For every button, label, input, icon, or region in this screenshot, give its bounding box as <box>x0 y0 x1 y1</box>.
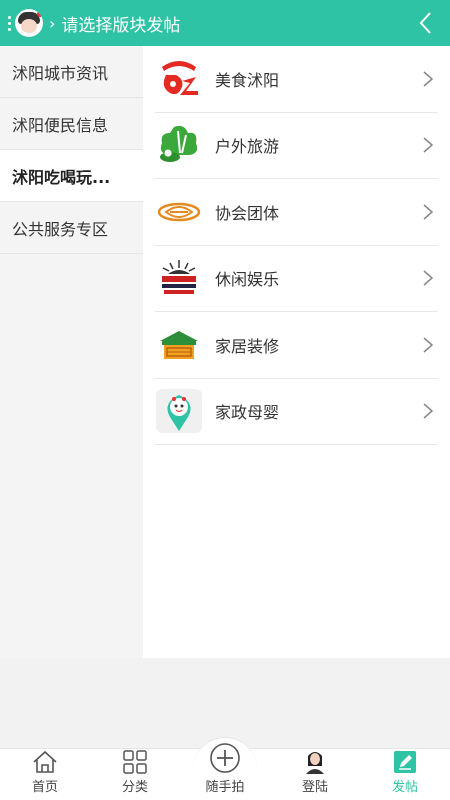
leisure-icon <box>162 260 196 295</box>
user-avatar-icon <box>306 752 324 774</box>
user-avatar-icon <box>15 9 43 37</box>
sidebar-item-food-fun[interactable]: 沭阳吃喝玩... <box>0 150 143 202</box>
tab-label: 随手拍 <box>205 780 245 795</box>
tab-category[interactable]: 分类 <box>90 749 180 800</box>
sidebar-item-label: 沭阳城市资讯 <box>12 63 109 83</box>
tab-label: 首页 <box>31 780 58 795</box>
category-sidebar: 沭阳城市资讯 沭阳便民信息 沭阳吃喝玩... 公共服务专区 <box>0 46 143 658</box>
list-item[interactable]: 美食沭阳 <box>155 46 438 113</box>
list-item-label: 户外旅游 <box>215 137 280 157</box>
sidebar-item-public-service[interactable]: 公共服务专区 <box>0 202 143 254</box>
outdoor-icon <box>160 126 198 163</box>
tab-label: 登陆 <box>301 780 328 795</box>
chevron-right-icon: › <box>49 13 56 33</box>
page-title: 请选择版块发帖 <box>61 15 181 36</box>
chevron-right-icon <box>423 204 434 220</box>
sidebar-item-city-news[interactable]: 沭阳城市资讯 <box>0 46 143 98</box>
list-item-label: 休闲娱乐 <box>215 270 280 290</box>
back-icon[interactable] <box>416 10 436 36</box>
forum-list: 美食沭阳 户外旅游 协会团体 休闲娱乐 家居装修 家政母婴 <box>143 46 450 658</box>
list-item-label: 美食沭阳 <box>215 70 280 90</box>
list-item[interactable]: 家政母婴 <box>155 379 438 445</box>
top-bar: › 请选择版块发帖 <box>0 0 450 46</box>
menu-dots-icon <box>8 15 12 31</box>
home-decor-icon <box>160 330 198 359</box>
list-item[interactable]: 家居装修 <box>155 312 438 379</box>
list-item-label: 协会团体 <box>215 203 280 223</box>
bottom-tab-bar: 首页 分类 随手拍 登陆 发帖 <box>0 737 450 800</box>
food-icon <box>162 60 198 95</box>
tab-login[interactable]: 登陆 <box>270 749 360 800</box>
edit-icon <box>394 750 416 773</box>
chevron-right-icon <box>423 270 434 286</box>
home-icon <box>33 750 57 773</box>
grid-icon <box>123 749 147 774</box>
sidebar-item-label: 公共服务专区 <box>12 219 109 239</box>
chevron-right-icon <box>423 337 434 353</box>
tab-label: 发帖 <box>391 780 418 795</box>
sidebar-item-label: 沭阳便民信息 <box>12 115 109 135</box>
chevron-right-icon <box>423 137 434 153</box>
tab-snapshot[interactable]: 随手拍 <box>180 737 270 800</box>
association-icon <box>157 202 201 221</box>
list-item-label: 家居装修 <box>215 336 280 356</box>
list-item[interactable]: 协会团体 <box>155 179 438 246</box>
list-item-label: 家政母婴 <box>215 403 280 423</box>
housekeeping-icon <box>156 389 202 434</box>
chevron-right-icon <box>423 403 434 419</box>
sidebar-item-label: 沭阳吃喝玩... <box>12 167 111 187</box>
list-item[interactable]: 休闲娱乐 <box>155 246 438 312</box>
chevron-right-icon <box>423 71 434 87</box>
menu-avatar-button[interactable] <box>8 9 43 37</box>
list-item[interactable]: 户外旅游 <box>155 113 438 179</box>
tab-label: 分类 <box>121 780 148 795</box>
tab-post[interactable]: 发帖 <box>360 749 450 800</box>
plus-circle-icon <box>210 743 240 773</box>
tab-home[interactable]: 首页 <box>0 749 90 800</box>
sidebar-item-convenience[interactable]: 沭阳便民信息 <box>0 98 143 150</box>
